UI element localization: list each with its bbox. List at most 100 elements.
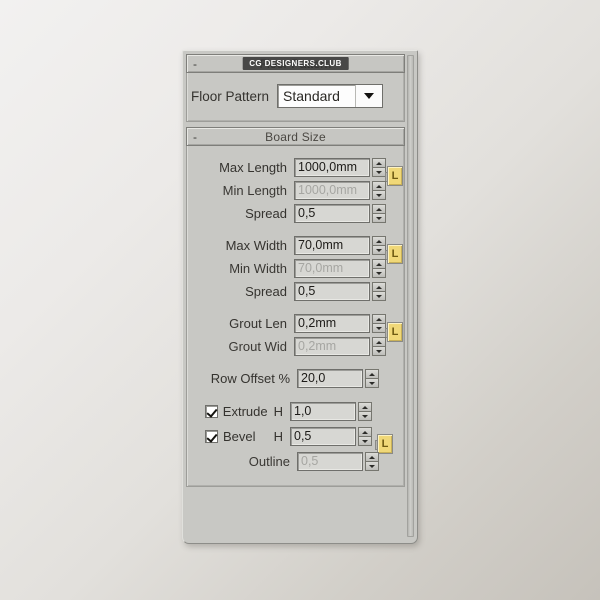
watermark-overlay: CG DESIGNERS.CLUB (242, 57, 349, 70)
label-extrude-suffix: H (273, 404, 283, 419)
command-panel: - Floor Pattern CG DESIGNERS.CLUB Floor … (182, 50, 418, 544)
spinner-up-icon[interactable] (372, 259, 386, 268)
spinner-down-icon[interactable] (365, 378, 379, 388)
spinner-buttons-row-offset[interactable] (365, 369, 379, 388)
spinner-up-icon[interactable] (365, 369, 379, 378)
rollout-header-floor-pattern[interactable]: - Floor Pattern CG DESIGNERS.CLUB (186, 54, 405, 73)
collapse-icon[interactable]: - (193, 131, 197, 143)
label-max-width: Max Width (225, 238, 287, 253)
floor-pattern-value: Standard (283, 88, 340, 104)
spinner-down-icon[interactable] (372, 268, 386, 278)
spinner-buttons-grout-wid[interactable] (372, 337, 386, 356)
spinner-grout-wid[interactable]: 0,2mm (294, 337, 386, 356)
panel-content: - Floor Pattern CG DESIGNERS.CLUB Floor … (186, 54, 405, 539)
row-max-width: Max Width 70,0mm L (187, 234, 404, 264)
spinner-down-icon[interactable] (372, 190, 386, 200)
label-grout-len: Grout Len (229, 316, 287, 331)
spinner-max-width[interactable]: 70,0mm (294, 236, 386, 255)
spinner-down-icon[interactable] (372, 291, 386, 301)
row-min-width: Min Width 70,0mm (187, 257, 404, 280)
input-grout-len[interactable]: 0,2mm (294, 314, 370, 333)
rollout-body-board-size: Max Length 1000,0mm L Min Length 1000,0m… (186, 146, 405, 487)
spinner-up-icon[interactable] (372, 282, 386, 291)
collapse-icon[interactable]: - (193, 58, 197, 70)
row-min-length: Min Length 1000,0mm (187, 179, 404, 202)
spinner-buttons-max-length[interactable] (372, 158, 386, 177)
spinner-buttons-min-width[interactable] (372, 259, 386, 278)
spinner-min-width[interactable]: 70,0mm (294, 259, 386, 278)
input-max-length[interactable]: 1000,0mm (294, 158, 370, 177)
label-row-offset: Row Offset % (210, 371, 290, 386)
spinner-up-icon[interactable] (365, 452, 379, 461)
floor-pattern-label: Floor Pattern (191, 88, 270, 104)
spinner-buttons-grout-len[interactable] (372, 314, 386, 333)
input-min-width[interactable]: 70,0mm (294, 259, 370, 278)
spinner-buttons-bevel[interactable] (358, 427, 372, 446)
row-spread-length: Spread 0,5 (187, 202, 404, 225)
rollout-header-board-size[interactable]: - Board Size (186, 127, 405, 146)
spinner-up-icon[interactable] (358, 427, 372, 436)
spinner-up-icon[interactable] (372, 314, 386, 323)
row-grout-wid: Grout Wid 0,2mm (187, 335, 404, 358)
label-bevel-suffix: H (273, 429, 283, 444)
input-max-width[interactable]: 70,0mm (294, 236, 370, 255)
spinner-extrude[interactable]: 1,0 (290, 402, 372, 421)
checkbox-bevel[interactable] (205, 430, 218, 443)
spinner-buttons-spread-length[interactable] (372, 204, 386, 223)
input-spread-width[interactable]: 0,5 (294, 282, 370, 301)
spinner-up-icon[interactable] (358, 402, 372, 411)
label-min-width: Min Width (229, 261, 287, 276)
label-bevel: Bevel (223, 429, 256, 444)
label-outline: Outline (248, 454, 290, 469)
input-spread-length[interactable]: 0,5 (294, 204, 370, 223)
spinner-down-icon[interactable] (358, 436, 372, 446)
rollout-body-floor-pattern: Floor Pattern Standard (186, 73, 405, 122)
spinner-down-icon[interactable] (365, 461, 379, 471)
label-min-length: Min Length (222, 183, 287, 198)
spinner-buttons-extrude[interactable] (358, 402, 372, 421)
checkbox-extrude[interactable] (204, 405, 218, 418)
input-outline[interactable]: 0,5 (297, 452, 363, 471)
row-grout-len: Grout Len 0,2mm L (187, 312, 404, 342)
floor-pattern-row: Floor Pattern Standard (187, 84, 404, 108)
input-grout-wid[interactable]: 0,2mm (294, 337, 370, 356)
spinner-buttons-spread-width[interactable] (372, 282, 386, 301)
spinner-up-icon[interactable] (372, 337, 386, 346)
spinner-down-icon[interactable] (372, 213, 386, 223)
row-outline: Outline 0,5 (187, 449, 404, 474)
spinner-up-icon[interactable] (372, 204, 386, 213)
spinner-bevel[interactable]: 0,5 (290, 427, 372, 446)
label-spread-length: Spread (245, 206, 287, 221)
spinner-grout-len[interactable]: 0,2mm (294, 314, 386, 333)
row-bevel: Bevel H 0,5 L (187, 424, 404, 454)
spinner-down-icon[interactable] (372, 346, 386, 356)
spinner-down-icon[interactable] (372, 323, 386, 333)
spinner-max-length[interactable]: 1000,0mm (294, 158, 386, 177)
spinner-down-icon[interactable] (372, 167, 386, 177)
floor-pattern-dropdown-button[interactable] (355, 85, 383, 107)
label-extrude: Extrude (222, 404, 268, 419)
spinner-spread-length[interactable]: 0,5 (294, 204, 386, 223)
spinner-up-icon[interactable] (372, 181, 386, 190)
spinner-row-offset[interactable]: 20,0 (297, 369, 379, 388)
floor-pattern-dropdown[interactable]: Standard (277, 84, 384, 108)
input-bevel[interactable]: 0,5 (290, 427, 356, 446)
spinner-buttons-min-length[interactable] (372, 181, 386, 200)
spinner-down-icon[interactable] (358, 411, 372, 421)
spinner-min-length[interactable]: 1000,0mm (294, 181, 386, 200)
spinner-spread-width[interactable]: 0,5 (294, 282, 386, 301)
row-row-offset: Row Offset % 20,0 (187, 367, 404, 390)
label-spread-width: Spread (245, 284, 287, 299)
label-max-length: Max Length (219, 160, 287, 175)
row-spread-width: Spread 0,5 (187, 280, 404, 303)
spinner-up-icon[interactable] (372, 158, 386, 167)
spinner-outline[interactable]: 0,5 (297, 452, 379, 471)
spinner-buttons-outline[interactable] (365, 452, 379, 471)
spinner-down-icon[interactable] (372, 245, 386, 255)
input-min-length[interactable]: 1000,0mm (294, 181, 370, 200)
spinner-up-icon[interactable] (372, 236, 386, 245)
panel-scrollbar[interactable] (407, 55, 414, 537)
input-extrude[interactable]: 1,0 (290, 402, 356, 421)
spinner-buttons-max-width[interactable] (372, 236, 386, 255)
input-row-offset[interactable]: 20,0 (297, 369, 363, 388)
